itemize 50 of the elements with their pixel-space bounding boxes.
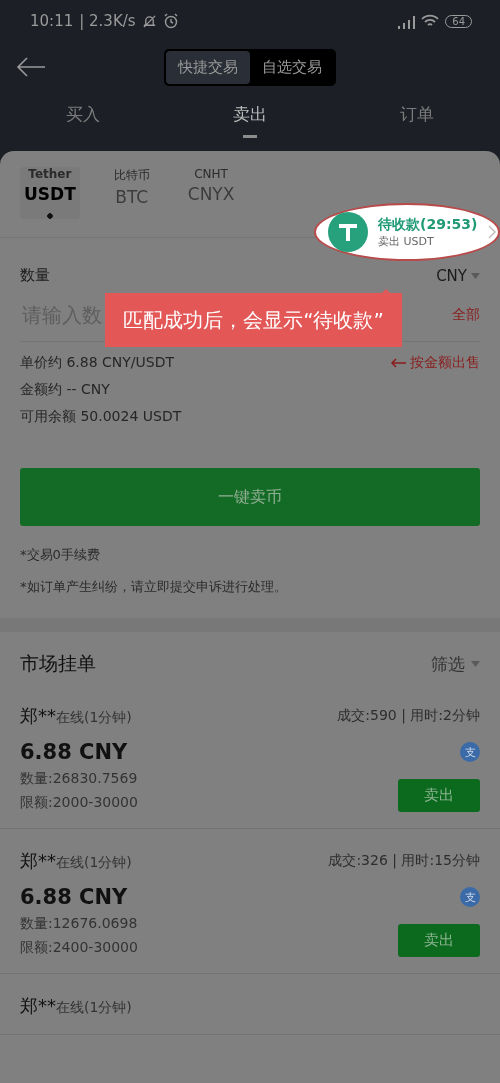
available-balance: 可用余额 50.0024 USDT [20,408,183,426]
payment-method-icon: 支 [460,887,480,907]
trade-stats: 成交:326 | 用时:15分钟 [328,852,480,870]
chevron-right-icon [488,225,496,239]
arrow-left-icon [390,358,406,368]
alarm-clock-icon [162,13,179,29]
coin-tab[interactable]: 比特币 BTC [109,167,154,219]
pending-payment-badge[interactable]: 待收款(29:53) 卖出 USDT [314,203,500,261]
tether-logo-icon [328,212,368,252]
listing-limit: 限额:2000-30000 [20,794,138,812]
coin-tab[interactable]: CNHT CNYX [183,167,239,219]
listing-quantity: 数量:26830.7569 [20,770,138,788]
merchant-name: 郑** [20,995,56,1016]
sell-by-amount-link[interactable]: 按金额出售 [390,354,480,372]
network-speed: | 2.3K/s [79,12,136,30]
listing-price: 6.88 CNY [20,885,128,909]
fee-note: *交易0手续费 [20,546,101,564]
listing-quantity: 数量:12676.0698 [20,915,138,933]
listing-limit: 限额:2400-30000 [20,939,138,957]
signal-icon [395,13,416,29]
unit-dropdown[interactable]: CNY [436,266,480,285]
wifi-icon [421,13,440,29]
all-link[interactable]: 全部 [452,306,480,324]
coin-tab[interactable]: Tether USDT [20,167,80,219]
back-arrow-icon[interactable] [16,56,46,78]
merchant-name: 郑** [20,705,56,726]
unit-price: 单价约 6.88 CNY/USDT [20,354,175,372]
caret-icon [471,272,480,279]
total-amount: 金额约 -- CNY [20,381,111,399]
pending-subtitle: 卖出 USDT [378,233,435,249]
payment-method-icon: 支 [460,742,480,762]
sell-button[interactable]: 一键卖币 [20,468,480,526]
tab[interactable]: 订单 [333,92,500,147]
merchant-name: 郑** [20,850,56,871]
pending-title: 待收款(29:53) [378,215,478,234]
muted-bell-icon [141,13,157,29]
trade-stats: 成交:590 | 用时:2分钟 [337,707,480,725]
sell-button[interactable]: 卖出 [398,779,480,812]
filter-dropdown[interactable]: 筛选 [431,652,480,676]
fee-note: *如订单产生纠纷，请立即提交申诉进行处理。 [20,578,288,596]
caret-icon [471,661,480,667]
status-time: 10:11 [30,12,74,30]
online-status: 在线(1分钟) [56,709,132,725]
online-status: 在线(1分钟) [56,999,132,1015]
online-status: 在线(1分钟) [56,854,132,870]
quantity-label: 数量 [20,266,50,285]
market-title: 市场挂单 [20,651,96,676]
listing-price: 6.88 CNY [20,740,128,764]
sell-button[interactable]: 卖出 [398,924,480,957]
mode-tab[interactable]: 快捷交易 [166,50,250,84]
